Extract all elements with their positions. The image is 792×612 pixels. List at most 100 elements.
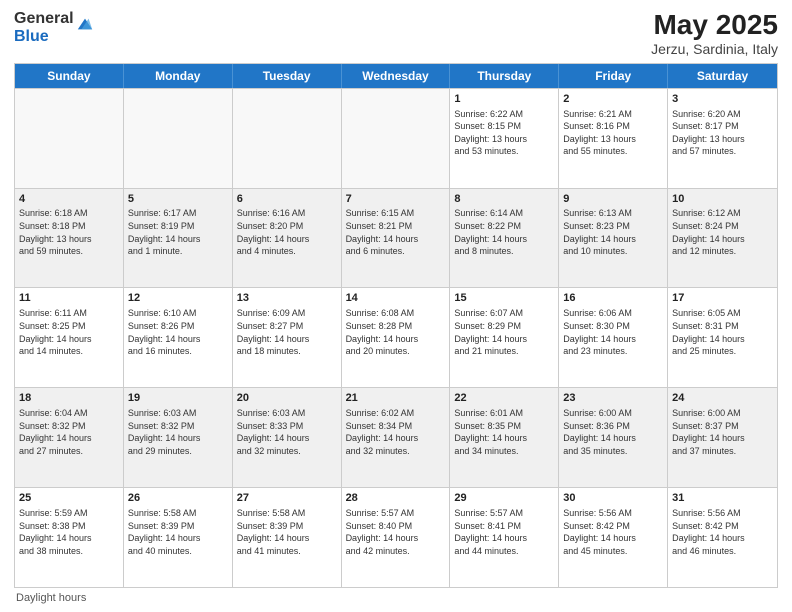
day-number: 21: [346, 391, 446, 406]
day-number: 3: [672, 92, 773, 107]
cell-info: Sunrise: 6:08 AMSunset: 8:28 PMDaylight:…: [346, 307, 446, 357]
calendar-body: 1Sunrise: 6:22 AMSunset: 8:15 PMDaylight…: [15, 88, 777, 587]
cal-cell: 16Sunrise: 6:06 AMSunset: 8:30 PMDayligh…: [559, 288, 668, 387]
cal-cell: 22Sunrise: 6:01 AMSunset: 8:35 PMDayligh…: [450, 388, 559, 487]
cal-cell: 18Sunrise: 6:04 AMSunset: 8:32 PMDayligh…: [15, 388, 124, 487]
cal-cell: [124, 89, 233, 188]
cal-cell: 31Sunrise: 5:56 AMSunset: 8:42 PMDayligh…: [668, 488, 777, 587]
cal-cell: 30Sunrise: 5:56 AMSunset: 8:42 PMDayligh…: [559, 488, 668, 587]
logo: General Blue: [14, 10, 94, 45]
cell-info: Sunrise: 6:17 AMSunset: 8:19 PMDaylight:…: [128, 207, 228, 257]
cal-cell: 8Sunrise: 6:14 AMSunset: 8:22 PMDaylight…: [450, 189, 559, 288]
cal-cell: 24Sunrise: 6:00 AMSunset: 8:37 PMDayligh…: [668, 388, 777, 487]
day-number: 26: [128, 491, 228, 506]
title-block: May 2025 Jerzu, Sardinia, Italy: [651, 10, 778, 57]
cell-info: Sunrise: 5:56 AMSunset: 8:42 PMDaylight:…: [563, 507, 663, 557]
cal-cell: 1Sunrise: 6:22 AMSunset: 8:15 PMDaylight…: [450, 89, 559, 188]
header-day-tuesday: Tuesday: [233, 64, 342, 88]
cal-cell: 25Sunrise: 5:59 AMSunset: 8:38 PMDayligh…: [15, 488, 124, 587]
subtitle: Jerzu, Sardinia, Italy: [651, 41, 778, 57]
cell-info: Sunrise: 6:06 AMSunset: 8:30 PMDaylight:…: [563, 307, 663, 357]
cell-info: Sunrise: 6:07 AMSunset: 8:29 PMDaylight:…: [454, 307, 554, 357]
cal-cell: 14Sunrise: 6:08 AMSunset: 8:28 PMDayligh…: [342, 288, 451, 387]
day-number: 31: [672, 491, 773, 506]
cell-info: Sunrise: 6:15 AMSunset: 8:21 PMDaylight:…: [346, 207, 446, 257]
cell-info: Sunrise: 6:16 AMSunset: 8:20 PMDaylight:…: [237, 207, 337, 257]
cell-info: Sunrise: 6:14 AMSunset: 8:22 PMDaylight:…: [454, 207, 554, 257]
day-number: 6: [237, 192, 337, 207]
cal-cell: 9Sunrise: 6:13 AMSunset: 8:23 PMDaylight…: [559, 189, 668, 288]
cell-info: Sunrise: 6:21 AMSunset: 8:16 PMDaylight:…: [563, 108, 663, 158]
week-row-2: 4Sunrise: 6:18 AMSunset: 8:18 PMDaylight…: [15, 188, 777, 288]
cell-info: Sunrise: 6:13 AMSunset: 8:23 PMDaylight:…: [563, 207, 663, 257]
cal-cell: 17Sunrise: 6:05 AMSunset: 8:31 PMDayligh…: [668, 288, 777, 387]
cal-cell: 11Sunrise: 6:11 AMSunset: 8:25 PMDayligh…: [15, 288, 124, 387]
cal-cell: 3Sunrise: 6:20 AMSunset: 8:17 PMDaylight…: [668, 89, 777, 188]
page: General Blue May 2025 Jerzu, Sardinia, I…: [0, 0, 792, 612]
cal-cell: 19Sunrise: 6:03 AMSunset: 8:32 PMDayligh…: [124, 388, 233, 487]
calendar: SundayMondayTuesdayWednesdayThursdayFrid…: [14, 63, 778, 588]
week-row-4: 18Sunrise: 6:04 AMSunset: 8:32 PMDayligh…: [15, 387, 777, 487]
cell-info: Sunrise: 5:58 AMSunset: 8:39 PMDaylight:…: [237, 507, 337, 557]
day-number: 24: [672, 391, 773, 406]
cal-cell: 12Sunrise: 6:10 AMSunset: 8:26 PMDayligh…: [124, 288, 233, 387]
day-number: 19: [128, 391, 228, 406]
day-number: 11: [19, 291, 119, 306]
cell-info: Sunrise: 5:58 AMSunset: 8:39 PMDaylight:…: [128, 507, 228, 557]
day-number: 28: [346, 491, 446, 506]
day-number: 12: [128, 291, 228, 306]
day-number: 9: [563, 192, 663, 207]
week-row-3: 11Sunrise: 6:11 AMSunset: 8:25 PMDayligh…: [15, 287, 777, 387]
day-number: 23: [563, 391, 663, 406]
cell-info: Sunrise: 6:01 AMSunset: 8:35 PMDaylight:…: [454, 407, 554, 457]
cal-cell: 4Sunrise: 6:18 AMSunset: 8:18 PMDaylight…: [15, 189, 124, 288]
cell-info: Sunrise: 6:02 AMSunset: 8:34 PMDaylight:…: [346, 407, 446, 457]
cal-cell: 10Sunrise: 6:12 AMSunset: 8:24 PMDayligh…: [668, 189, 777, 288]
day-number: 10: [672, 192, 773, 207]
cell-info: Sunrise: 6:03 AMSunset: 8:33 PMDaylight:…: [237, 407, 337, 457]
cell-info: Sunrise: 5:56 AMSunset: 8:42 PMDaylight:…: [672, 507, 773, 557]
cell-info: Sunrise: 6:18 AMSunset: 8:18 PMDaylight:…: [19, 207, 119, 257]
cal-cell: [233, 89, 342, 188]
day-number: 15: [454, 291, 554, 306]
cal-cell: [15, 89, 124, 188]
day-number: 13: [237, 291, 337, 306]
cell-info: Sunrise: 6:12 AMSunset: 8:24 PMDaylight:…: [672, 207, 773, 257]
day-number: 25: [19, 491, 119, 506]
header-day-friday: Friday: [559, 64, 668, 88]
cell-info: Sunrise: 6:20 AMSunset: 8:17 PMDaylight:…: [672, 108, 773, 158]
week-row-1: 1Sunrise: 6:22 AMSunset: 8:15 PMDaylight…: [15, 88, 777, 188]
day-number: 16: [563, 291, 663, 306]
cell-info: Sunrise: 6:11 AMSunset: 8:25 PMDaylight:…: [19, 307, 119, 357]
day-number: 8: [454, 192, 554, 207]
cal-cell: 20Sunrise: 6:03 AMSunset: 8:33 PMDayligh…: [233, 388, 342, 487]
cell-info: Sunrise: 5:57 AMSunset: 8:40 PMDaylight:…: [346, 507, 446, 557]
day-number: 2: [563, 92, 663, 107]
header-day-saturday: Saturday: [668, 64, 777, 88]
cell-info: Sunrise: 5:57 AMSunset: 8:41 PMDaylight:…: [454, 507, 554, 557]
header-day-wednesday: Wednesday: [342, 64, 451, 88]
day-number: 20: [237, 391, 337, 406]
day-number: 1: [454, 92, 554, 107]
day-number: 4: [19, 192, 119, 207]
footer-note: Daylight hours: [14, 592, 778, 604]
header-day-thursday: Thursday: [450, 64, 559, 88]
cell-info: Sunrise: 6:03 AMSunset: 8:32 PMDaylight:…: [128, 407, 228, 457]
cell-info: Sunrise: 6:04 AMSunset: 8:32 PMDaylight:…: [19, 407, 119, 457]
cal-cell: 27Sunrise: 5:58 AMSunset: 8:39 PMDayligh…: [233, 488, 342, 587]
day-number: 17: [672, 291, 773, 306]
logo-blue-text: Blue: [14, 28, 74, 46]
day-number: 14: [346, 291, 446, 306]
cal-cell: 2Sunrise: 6:21 AMSunset: 8:16 PMDaylight…: [559, 89, 668, 188]
header-day-sunday: Sunday: [15, 64, 124, 88]
day-number: 22: [454, 391, 554, 406]
cell-info: Sunrise: 6:09 AMSunset: 8:27 PMDaylight:…: [237, 307, 337, 357]
cell-info: Sunrise: 6:10 AMSunset: 8:26 PMDaylight:…: [128, 307, 228, 357]
day-number: 5: [128, 192, 228, 207]
cal-cell: 13Sunrise: 6:09 AMSunset: 8:27 PMDayligh…: [233, 288, 342, 387]
main-title: May 2025: [651, 10, 778, 41]
cal-cell: 23Sunrise: 6:00 AMSunset: 8:36 PMDayligh…: [559, 388, 668, 487]
cell-info: Sunrise: 5:59 AMSunset: 8:38 PMDaylight:…: [19, 507, 119, 557]
cal-cell: 29Sunrise: 5:57 AMSunset: 8:41 PMDayligh…: [450, 488, 559, 587]
cal-cell: 5Sunrise: 6:17 AMSunset: 8:19 PMDaylight…: [124, 189, 233, 288]
